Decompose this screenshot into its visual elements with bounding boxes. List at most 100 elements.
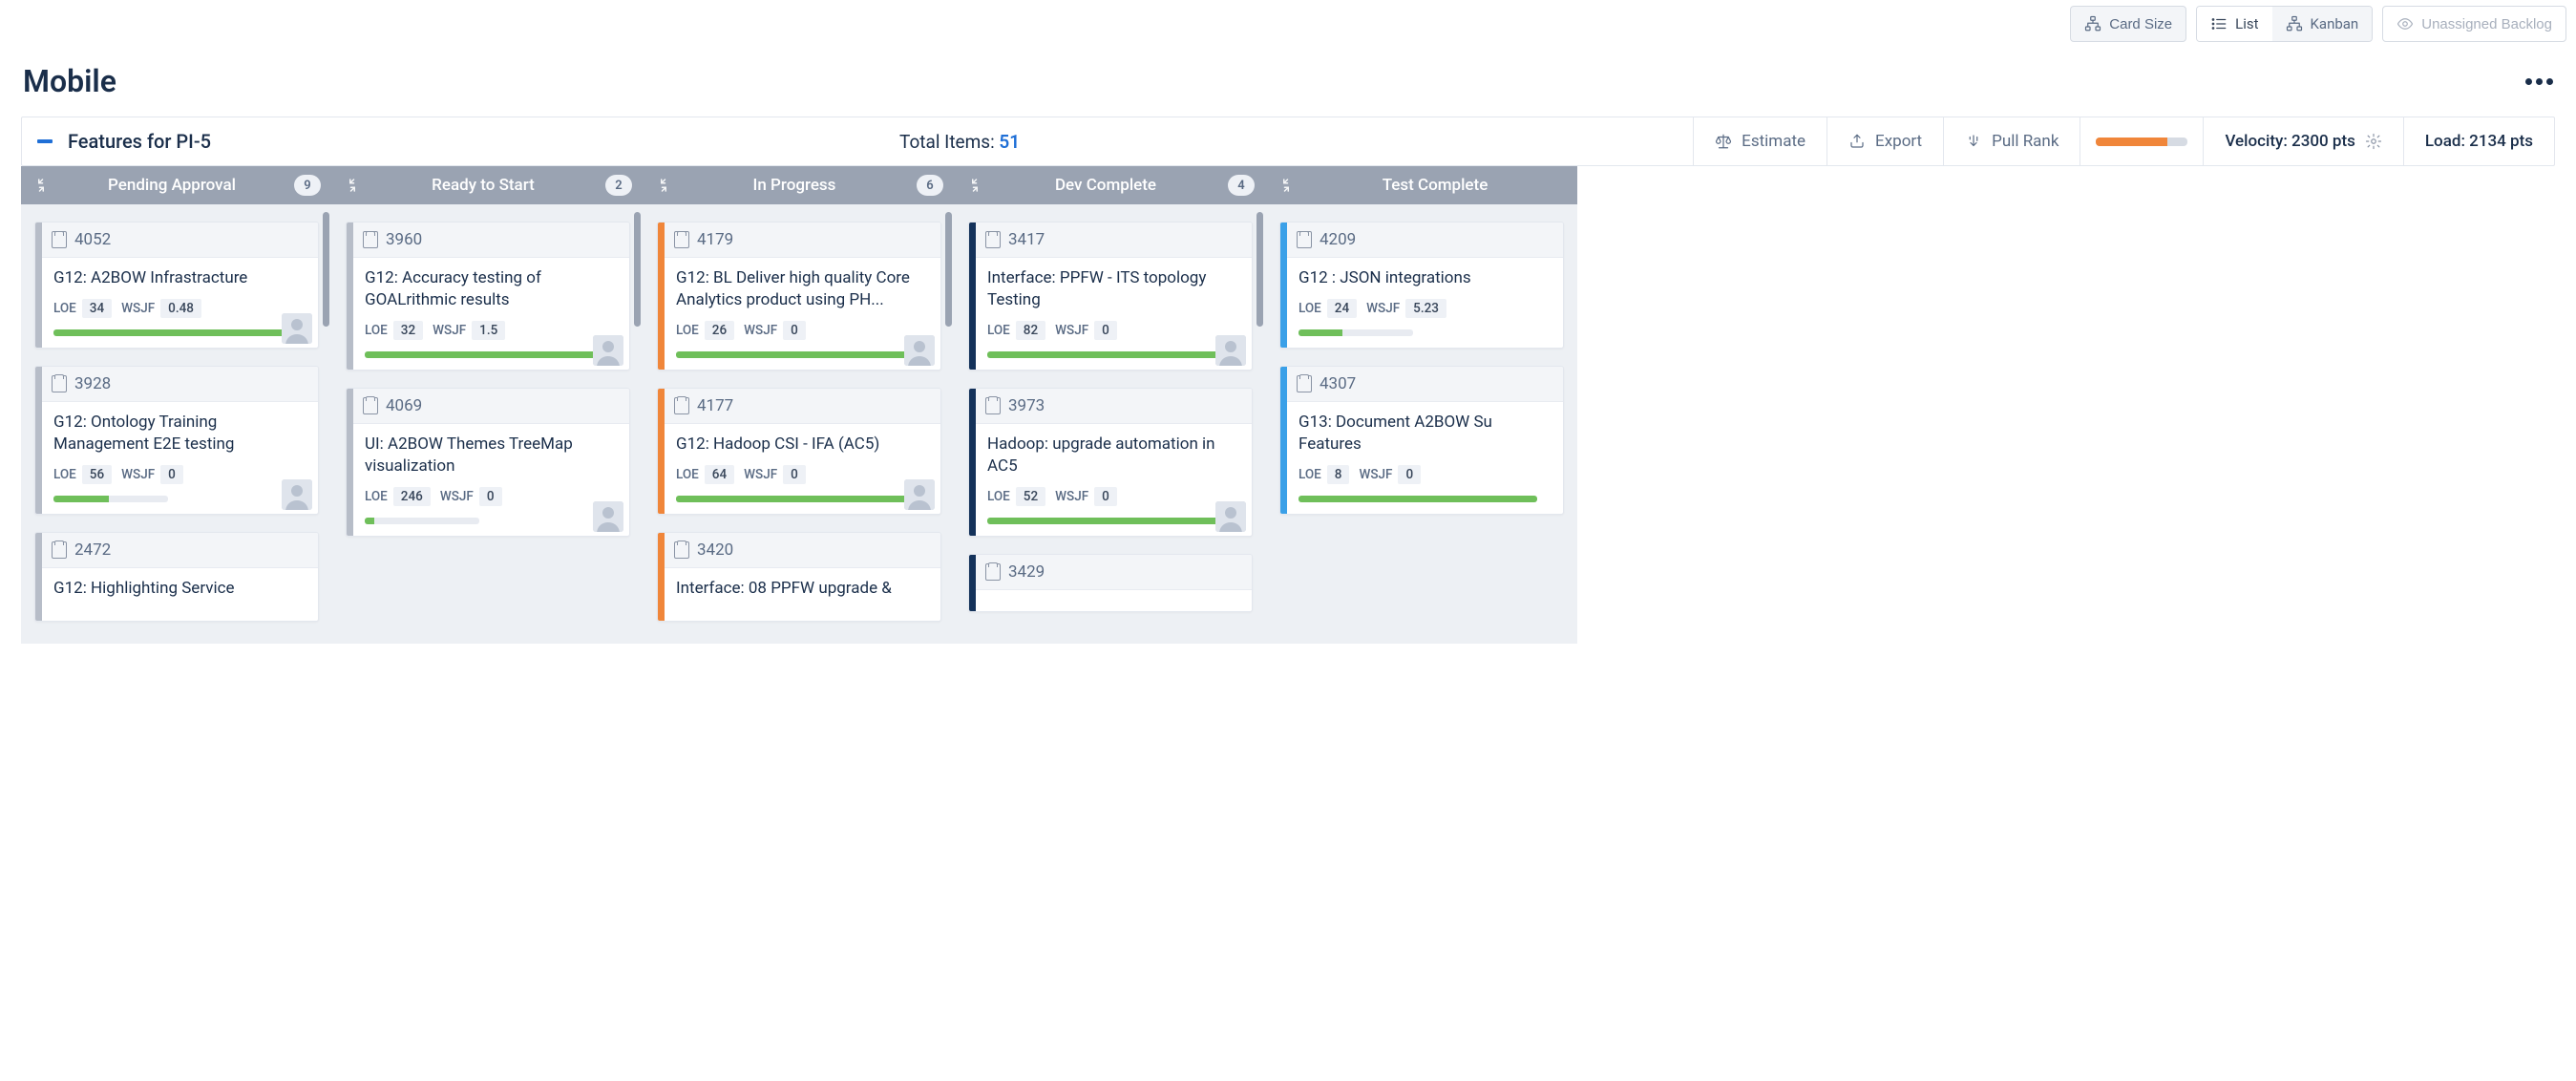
sitemap-icon (2286, 15, 2303, 32)
kanban-card[interactable]: 4069UI: A2BOW Themes TreeMap visualizati… (346, 388, 630, 537)
card-id: 3429 (1008, 562, 1045, 582)
assignee-avatar[interactable] (282, 479, 312, 510)
kanban-card[interactable]: 4052G12: A2BOW InfrastractureLOE34WSJF0.… (34, 222, 319, 349)
card-size-button[interactable]: Card Size (2070, 6, 2186, 42)
card-body: UI: A2BOW Themes TreeMap visualizationLO… (353, 424, 629, 536)
column-header[interactable]: Dev Complete4 (955, 166, 1266, 204)
loe-chip: LOE34 (53, 299, 112, 318)
load-label: Load: 2134 pts (2425, 132, 2533, 151)
kanban-card[interactable]: 4179 G12: BL Deliver high quality Core An… (657, 222, 941, 371)
list-icon (2210, 15, 2228, 32)
column-count: 2 (605, 175, 632, 196)
wsjf-chip: WSJF0 (440, 487, 502, 506)
assignee-avatar[interactable] (904, 335, 935, 366)
wsjf-chip: WSJF0 (744, 465, 806, 484)
card-body: G12: Highlighting Service (42, 568, 318, 621)
card-body: G12: BL Deliver high quality Core Analyt… (665, 258, 940, 370)
column-body: 3417Interface: PPFW - ITS topology Testi… (955, 204, 1266, 644)
gear-icon[interactable] (2365, 133, 2382, 150)
total-items-count: 51 (999, 131, 1020, 153)
column-header[interactable]: In Progress6 (644, 166, 955, 204)
eye-icon (2397, 15, 2414, 32)
pull-rank-button[interactable]: Pull Rank (1943, 117, 2080, 165)
unassigned-backlog-button[interactable]: Unassigned Backlog (2382, 6, 2566, 42)
document-icon (1297, 231, 1312, 248)
card-accent (347, 223, 353, 370)
assignee-avatar[interactable] (593, 335, 623, 366)
assignee-avatar[interactable] (1215, 501, 1246, 532)
kanban-card[interactable]: 4307G13: Document A2BOW Su FeaturesLOE8W… (1279, 366, 1564, 515)
view-kanban-button[interactable]: Kanban (2272, 7, 2373, 41)
kanban-card[interactable]: 3420 Interface: 08 PPFW upgrade & (657, 532, 941, 622)
scrollbar-thumb[interactable] (323, 212, 329, 327)
card-header: 4052 (42, 223, 318, 258)
scrollbar-thumb[interactable] (634, 212, 641, 327)
card-progress (1299, 329, 1413, 336)
card-chips: LOE26WSJF0 (676, 321, 929, 340)
column-header[interactable]: Test Complete (1266, 166, 1577, 204)
kanban-card[interactable]: 3417Interface: PPFW - ITS topology Testi… (968, 222, 1253, 371)
features-for-label: Features for PI-5 (68, 130, 211, 153)
kanban-card[interactable]: 2472G12: Highlighting Service (34, 532, 319, 622)
column-header[interactable]: Pending Approval9 (21, 166, 332, 204)
assignee-avatar[interactable] (282, 313, 312, 344)
column-count: 6 (917, 175, 943, 196)
scrollbar-thumb[interactable] (1256, 212, 1263, 327)
card-id: 3928 (74, 374, 111, 393)
estimate-label: Estimate (1742, 132, 1805, 151)
card-progress (365, 518, 479, 524)
features-section-toggle[interactable]: Features for PI-5 (22, 117, 226, 165)
wsjf-chip: WSJF0 (1055, 487, 1117, 506)
more-menu-button[interactable] (2525, 78, 2553, 85)
card-accent (35, 367, 42, 514)
card-header: 4307 (1287, 367, 1563, 402)
card-id: 3420 (697, 540, 733, 560)
export-button[interactable]: Export (1826, 117, 1943, 165)
column-header[interactable]: Ready to Start2 (332, 166, 644, 204)
view-list-button[interactable]: List (2197, 7, 2271, 41)
card-header: 3928 (42, 367, 318, 402)
kanban-card[interactable]: 4177G12: Hadoop CSI - IFA (AC5)LOE64WSJF… (657, 388, 941, 515)
card-id: 3960 (386, 230, 422, 249)
estimate-button[interactable]: Estimate (1693, 117, 1826, 165)
kanban-card[interactable]: 3960G12: Accuracy testing of GOALrithmic… (346, 222, 630, 371)
card-header: 4179 (665, 223, 940, 258)
card-accent (1280, 367, 1287, 514)
column-title: Test Complete (1304, 176, 1566, 195)
column-title: Dev Complete (993, 176, 1218, 195)
export-icon (1848, 133, 1866, 150)
scrollbar-thumb[interactable] (945, 212, 952, 327)
document-icon (363, 397, 378, 414)
kanban-column: Dev Complete4 3417Interface: PPFW - ITS t… (955, 166, 1266, 644)
document-icon (52, 541, 67, 559)
loe-chip: LOE24 (1299, 299, 1357, 318)
card-body: Interface: 08 PPFW upgrade & (665, 568, 940, 621)
card-accent (658, 389, 665, 514)
kanban-card[interactable]: 3973Hadoop: upgrade automation in AC5LOE… (968, 388, 1253, 537)
assignee-avatar[interactable] (904, 479, 935, 510)
card-title: G12 : JSON integrations (1299, 267, 1552, 289)
loe-chip: LOE8 (1299, 465, 1349, 484)
card-chips: LOE34WSJF0.48 (53, 299, 306, 318)
card-progress (365, 351, 603, 358)
kanban-card[interactable]: 3429 (968, 554, 1253, 612)
card-id: 3417 (1008, 230, 1045, 249)
top-toolbar: Card Size List Kanban Unassigned Backlog (0, 0, 2576, 52)
card-title: G13: Document A2BOW Su Features (1299, 412, 1552, 456)
kanban-card[interactable]: 3928 G12: Ontology Training Management E2… (34, 366, 319, 515)
document-icon (52, 231, 67, 248)
kanban-column: Pending Approval9 4052G12: A2BOW Infrastr… (21, 166, 332, 644)
card-accent (35, 533, 42, 621)
card-header: 3960 (353, 223, 629, 258)
document-icon (674, 541, 689, 559)
wsjf-chip: WSJF0 (121, 465, 183, 484)
assignee-avatar[interactable] (1215, 335, 1246, 366)
card-body: G12: Ontology Training Management E2E te… (42, 402, 318, 514)
loe-chip: LOE56 (53, 465, 112, 484)
arrow-down-icon (1965, 133, 1982, 150)
card-body (976, 590, 1252, 611)
assignee-avatar[interactable] (593, 501, 623, 532)
card-id: 4179 (697, 230, 733, 249)
kanban-card[interactable]: 4209G12 : JSON integrationsLOE24WSJF5.23 (1279, 222, 1564, 349)
card-accent (969, 389, 976, 536)
